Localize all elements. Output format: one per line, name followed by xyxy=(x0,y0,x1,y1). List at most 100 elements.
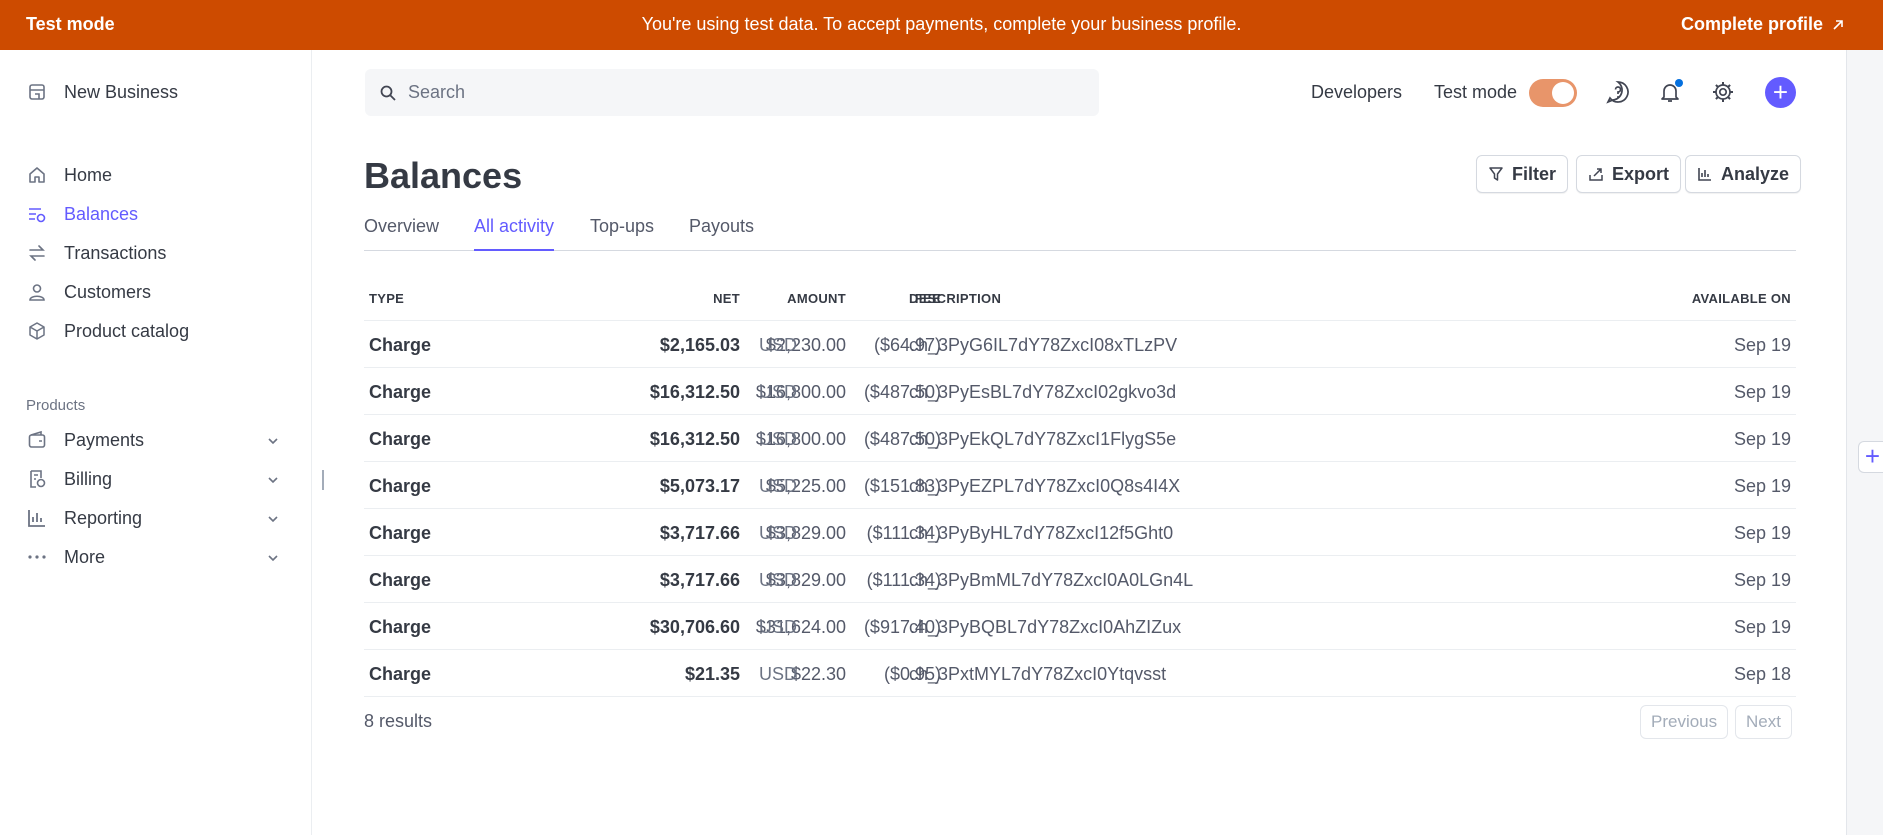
sidebar-item-billing[interactable]: Billing xyxy=(26,468,112,490)
previous-page-button[interactable]: Previous xyxy=(1640,705,1729,739)
column-header-available-on: AVAILABLE ON xyxy=(1691,291,1791,306)
tab-top-ups[interactable]: Top-ups xyxy=(590,216,654,251)
row-type: Charge xyxy=(369,335,432,355)
test-mode-toggle[interactable] xyxy=(1529,79,1577,107)
transactions-icon xyxy=(26,242,48,264)
table-row[interactable]: Charge $5,073.17 $5,225.00 ($151.83) USD ch_3… xyxy=(364,462,1796,509)
row-currency: USD xyxy=(759,335,798,355)
next-page-button[interactable]: Next xyxy=(1735,705,1792,739)
filter-button[interactable]: Filter xyxy=(1476,155,1569,193)
search-input[interactable] xyxy=(408,82,1058,103)
sidebar: New Business Home Balances Transactions … xyxy=(0,50,312,835)
sidebar-item-label: Billing xyxy=(64,468,113,489)
chevron-down-icon[interactable] xyxy=(266,434,280,448)
test-mode-toggle-label: Test mode xyxy=(1434,82,1518,102)
search-bar[interactable] xyxy=(365,69,1099,116)
chevron-down-icon[interactable] xyxy=(266,512,280,526)
notification-dot xyxy=(1675,79,1683,87)
tab-payouts[interactable]: Payouts xyxy=(689,216,754,251)
row-currency: USD xyxy=(759,523,798,543)
row-available-on: Sep 19 xyxy=(1733,570,1791,590)
sidebar-item-label: Product catalog xyxy=(64,320,190,341)
rail-expand-plus-icon[interactable]: + xyxy=(1858,441,1883,473)
export-icon xyxy=(1588,166,1604,182)
column-header-amount: AMOUNT xyxy=(787,291,846,306)
row-net: $16,312.50 xyxy=(649,429,740,449)
help-icon[interactable] xyxy=(1605,79,1631,105)
sidebar-item-label: Home xyxy=(64,164,113,185)
filter-icon xyxy=(1488,166,1504,182)
sidebar-item-payments[interactable]: Payments xyxy=(26,429,144,451)
complete-profile-label: Complete profile xyxy=(1680,14,1823,34)
table-row[interactable]: Charge $3,717.66 $3,829.00 ($111.34) USD ch_3… xyxy=(364,509,1796,556)
row-currency: USD xyxy=(759,382,798,402)
sidebar-item-reporting[interactable]: Reporting xyxy=(26,507,142,529)
row-net: $3,717.66 xyxy=(659,570,740,590)
sidebar-item-label: Customers xyxy=(64,281,152,302)
row-type: Charge xyxy=(369,382,432,402)
row-description: ch_3PyBmML7dY78ZxcI0A0LGn4L xyxy=(909,570,1194,590)
column-header-type: TYPE xyxy=(369,291,405,306)
row-type: Charge xyxy=(369,664,432,684)
activity-table: TYPE NET AMOUNT FEE DESCRIPTION AVAILABL… xyxy=(364,275,1796,697)
row-currency: USD xyxy=(759,617,798,637)
tab-all-activity[interactable]: All activity xyxy=(474,216,555,251)
store-icon xyxy=(26,81,48,103)
row-net: $30,706.60 xyxy=(649,617,740,637)
sidebar-resize-handle[interactable] xyxy=(322,470,324,490)
products-section-label: Products xyxy=(26,397,86,414)
test-mode-message: You're using test data. To accept paymen… xyxy=(641,14,1242,34)
more-dots-icon xyxy=(26,546,48,568)
row-type: Charge xyxy=(369,429,432,449)
sidebar-item-label: Payments xyxy=(64,429,145,450)
row-description: ch_3PyG6IL7dY78ZxcI08xTLzPV xyxy=(909,335,1178,355)
row-currency: USD xyxy=(759,476,798,496)
table-row[interactable]: Charge $30,706.60 $31,624.00 ($917.40) USD ch… xyxy=(364,603,1796,650)
table-row[interactable]: Charge $16,312.50 $16,800.00 ($487.50) USD ch… xyxy=(364,368,1796,415)
table-row[interactable]: Charge $3,717.66 $3,829.00 ($111.34) USD ch_3… xyxy=(364,556,1796,603)
column-header-net: NET xyxy=(713,291,740,306)
row-available-on: Sep 19 xyxy=(1733,476,1791,496)
sidebar-item-home[interactable]: Home xyxy=(26,164,112,186)
search-icon xyxy=(380,85,396,101)
export-label: Export xyxy=(1612,163,1670,184)
row-type: Charge xyxy=(369,476,432,496)
table-row[interactable]: Charge $2,165.03 $2,230.00 ($64.97) USD ch_3P… xyxy=(364,321,1796,368)
row-amount: $22.30 xyxy=(790,664,846,684)
row-available-on: Sep 19 xyxy=(1733,617,1791,637)
row-currency: USD xyxy=(759,429,798,449)
sidebar-item-balances[interactable]: Balances xyxy=(26,203,138,225)
row-available-on: Sep 19 xyxy=(1733,335,1791,355)
account-name: New Business xyxy=(64,81,179,102)
sidebar-item-more[interactable]: More xyxy=(26,546,105,568)
balances-icon xyxy=(26,203,48,225)
sidebar-item-label: Balances xyxy=(64,203,139,224)
row-available-on: Sep 18 xyxy=(1733,664,1791,684)
row-description: ch_3PyByHL7dY78ZxcI12f5Ght0 xyxy=(909,523,1174,543)
row-net: $2,165.03 xyxy=(659,335,740,355)
analyze-button[interactable]: Analyze xyxy=(1685,155,1802,193)
column-header-description: DESCRIPTION xyxy=(909,291,1002,306)
developers-link[interactable]: Developers xyxy=(1311,82,1402,103)
export-button[interactable]: Export xyxy=(1576,155,1682,193)
toggle-knob xyxy=(1552,82,1574,104)
chevron-down-icon[interactable] xyxy=(266,551,280,565)
row-available-on: Sep 19 xyxy=(1733,382,1791,402)
create-plus-button[interactable]: + xyxy=(1765,77,1796,108)
account-switcher[interactable]: New Business xyxy=(26,81,178,103)
sidebar-item-product-catalog[interactable]: Product catalog xyxy=(26,320,189,342)
table-body: Charge $2,165.03 $2,230.00 ($64.97) USD ch_3P… xyxy=(364,321,1796,697)
gear-icon[interactable] xyxy=(1710,79,1736,105)
chevron-down-icon[interactable] xyxy=(266,473,280,487)
table-row[interactable]: Charge $16,312.50 $16,800.00 ($487.50) USD ch… xyxy=(364,415,1796,462)
tab-overview[interactable]: Overview xyxy=(364,216,439,251)
product-catalog-icon xyxy=(26,320,48,342)
row-description: ch_3PyEkQL7dY78ZxcI1FlygS5e xyxy=(909,429,1177,449)
sidebar-item-label: Transactions xyxy=(64,242,167,263)
table-row[interactable]: Charge $21.35 $22.30 ($0.95) USD ch_3PxtMYL7d… xyxy=(364,650,1796,697)
row-type: Charge xyxy=(369,523,432,543)
complete-profile-link[interactable]: Complete profile xyxy=(1681,14,1845,35)
sidebar-item-transactions[interactable]: Transactions xyxy=(26,242,166,264)
sidebar-item-customers[interactable]: Customers xyxy=(26,281,151,303)
row-available-on: Sep 19 xyxy=(1733,429,1791,449)
